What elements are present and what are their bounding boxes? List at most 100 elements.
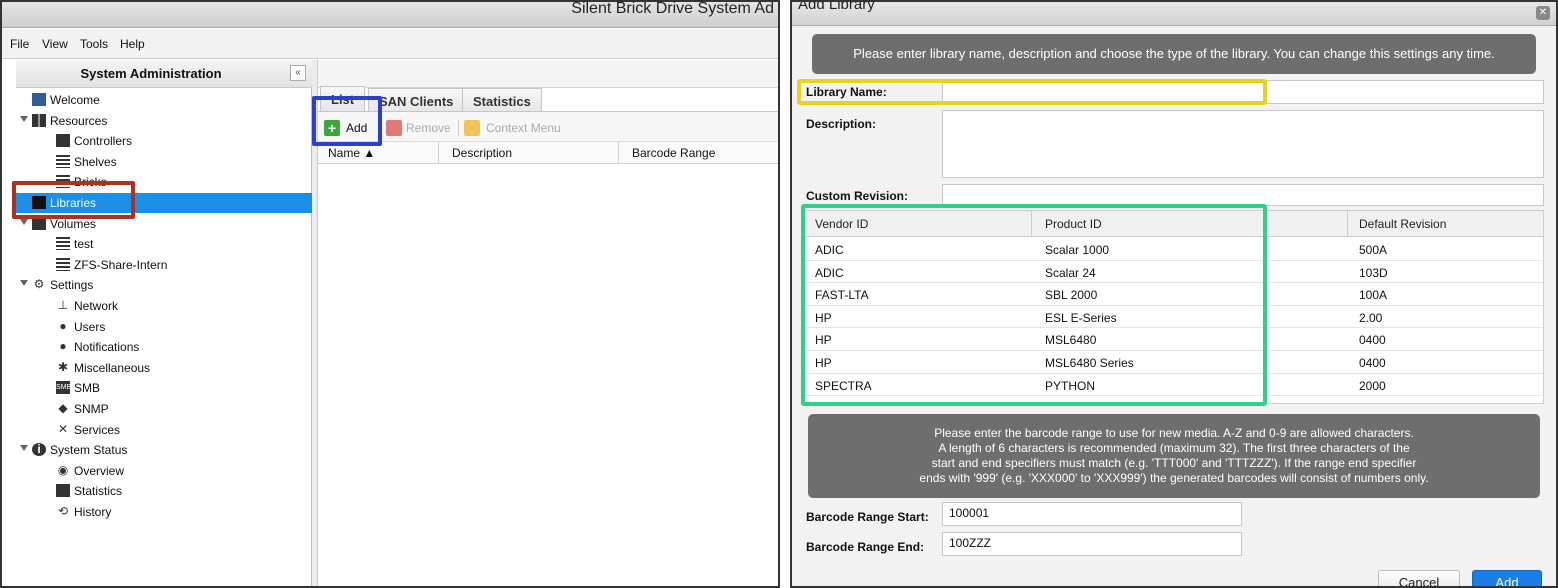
tab-san-clients[interactable]: SAN Clients: [368, 88, 465, 112]
tree-item-statistics[interactable]: Statistics: [16, 481, 312, 501]
tree-item-label: Notifications: [74, 340, 140, 355]
tree-item-label: SMB: [74, 381, 101, 396]
admin-window: Silent Brick Drive System Ad File View T…: [0, 0, 780, 588]
tree-item-miscellaneous[interactable]: ✱ Miscellaneous: [16, 358, 312, 378]
tree-item-label: Welcome: [50, 93, 100, 107]
tree-item-label: test: [74, 237, 94, 252]
tree-item-network[interactable]: ⊥ Network: [16, 296, 312, 316]
tab-statistics[interactable]: Statistics: [462, 88, 542, 112]
panel-title: System Administration: [80, 66, 222, 81]
snmp-icon: ◆: [58, 401, 68, 415]
tree-item-label: Controllers: [74, 134, 133, 149]
custom-revision-label: Custom Revision:: [806, 189, 909, 203]
toolbar: + Add Remove Context Menu: [318, 112, 778, 142]
add-library-button[interactable]: Add: [1472, 570, 1542, 586]
remove-icon: [386, 120, 402, 136]
description-textarea[interactable]: [942, 110, 1544, 178]
window-titlebar: Silent Brick Drive System Ad: [2, 2, 778, 28]
barcode-info-line: Please enter the barcode range to use fo…: [934, 426, 1414, 440]
smb-icon: SMB: [56, 381, 71, 395]
column-description[interactable]: Description: [452, 146, 512, 160]
context-menu-label: Context Menu: [486, 121, 561, 135]
tree-item-snmp[interactable]: ◆ SNMP: [16, 399, 312, 419]
tree-item-label: History: [74, 505, 112, 519]
tree-item-controllers[interactable]: Controllers: [16, 131, 312, 151]
default-revision-cell: 0400: [1359, 333, 1386, 348]
default-revision-cell: 0400: [1359, 356, 1386, 370]
default-revision-cell: 103D: [1359, 265, 1388, 280]
tree-item-settings[interactable]: ⚙ Settings: [16, 275, 312, 295]
list-icon: [56, 237, 70, 251]
list-icon: [56, 257, 70, 271]
cancel-button[interactable]: Cancel: [1378, 570, 1460, 586]
library-name-highlight-box: [797, 79, 1267, 105]
tree-item-label: Statistics: [74, 484, 123, 499]
tree-item-smb[interactable]: SMB SMB: [16, 378, 312, 398]
remove-button[interactable]: Remove: [386, 118, 456, 138]
menu-view[interactable]: View: [42, 37, 68, 51]
tree-item-history[interactable]: ⟲ History: [16, 502, 312, 522]
close-icon[interactable]: ✕: [1536, 6, 1550, 20]
barcode-info-line: start and end specifiers must match (e.g…: [931, 456, 1417, 470]
default-revision-cell: 500A: [1359, 243, 1388, 257]
libraries-highlight-box: [12, 181, 135, 219]
barcode-info-line: A length of 6 characters is recommended …: [938, 441, 1410, 455]
tree-item-shelves[interactable]: Shelves: [16, 152, 312, 172]
tree-item-services[interactable]: ✕ Services: [16, 420, 312, 440]
tree-item-label: Network: [74, 299, 119, 313]
libraries-pane: List SAN Clients Statistics + Add Remove…: [318, 60, 778, 586]
tree-item-notifications[interactable]: ● Notifications: [16, 337, 312, 357]
bar-chart-icon: [56, 484, 70, 498]
expand-arrow-icon[interactable]: [20, 280, 28, 287]
window-title: Silent Brick Drive System Ad: [571, 0, 774, 17]
column-barcode-range[interactable]: Barcode Range: [632, 146, 715, 160]
barcode-end-input[interactable]: 100ZZZ: [942, 532, 1242, 556]
tree-item-label: ZFS-Share-Intern: [74, 257, 168, 272]
tree-item-label: Shelves: [74, 154, 117, 169]
controller-icon: [56, 134, 70, 148]
user-icon: ●: [59, 318, 67, 333]
remove-button-label: Remove: [406, 121, 451, 135]
tree-item-welcome[interactable]: Welcome: [16, 90, 312, 110]
tree-item-users[interactable]: ● Users: [16, 317, 312, 337]
menu-help[interactable]: Help: [120, 37, 145, 51]
info-icon: i: [32, 443, 46, 457]
tree-item-label: System Status: [50, 443, 128, 458]
tools-icon: ✕: [57, 421, 69, 436]
tree-item-test[interactable]: test: [16, 234, 312, 254]
menu-bar: File View Tools Help: [2, 29, 778, 59]
tree-item-label: Services: [74, 422, 121, 437]
tree-item-zfs-share-intern[interactable]: ZFS-Share-Intern: [16, 255, 312, 275]
intro-message: Please enter library name, description a…: [812, 34, 1536, 74]
default-revision-cell: 2000: [1359, 378, 1386, 393]
vendor-product-highlight-box: [801, 204, 1267, 406]
dialog-title: Add Library: [798, 0, 875, 13]
context-menu-button[interactable]: Context Menu: [464, 118, 574, 138]
tree-item-label: Users: [74, 319, 106, 334]
tree-item-overview[interactable]: ◉ Overview: [16, 461, 312, 481]
custom-revision-input[interactable]: [942, 184, 1544, 206]
panel-header: System Administration «: [16, 60, 312, 88]
history-icon: ⟲: [57, 504, 69, 518]
expand-arrow-icon[interactable]: [20, 218, 28, 225]
menu-file[interactable]: File: [10, 37, 29, 51]
default-revision-cell: 2.00: [1359, 310, 1383, 325]
dialog-titlebar: Add Library ✕: [792, 2, 1556, 26]
toolbar-divider: [458, 120, 459, 136]
tree-item-system-status[interactable]: i System Status: [16, 440, 312, 460]
column-default-revision[interactable]: Default Revision: [1359, 217, 1446, 231]
collapse-panel-button[interactable]: «: [290, 65, 306, 81]
menu-tools[interactable]: Tools: [80, 37, 108, 51]
column-name[interactable]: Name ▲: [328, 146, 375, 160]
expand-arrow-icon[interactable]: [20, 115, 28, 122]
pane-header: [318, 60, 778, 88]
tree-item-resources[interactable]: Resources: [16, 111, 312, 131]
description-label: Description:: [806, 117, 877, 131]
barcode-end-label: Barcode Range End:: [806, 540, 925, 554]
expand-arrow-icon[interactable]: [20, 445, 28, 452]
barcode-start-input[interactable]: 100001: [942, 502, 1242, 526]
tree-item-label: Settings: [50, 278, 94, 293]
tree-item-label: Miscellaneous: [74, 360, 151, 375]
gear-icon: ⚙: [33, 277, 45, 292]
barcode-info-line: ends with '999' (e.g. 'XXX000' to 'XXX99…: [919, 471, 1429, 485]
